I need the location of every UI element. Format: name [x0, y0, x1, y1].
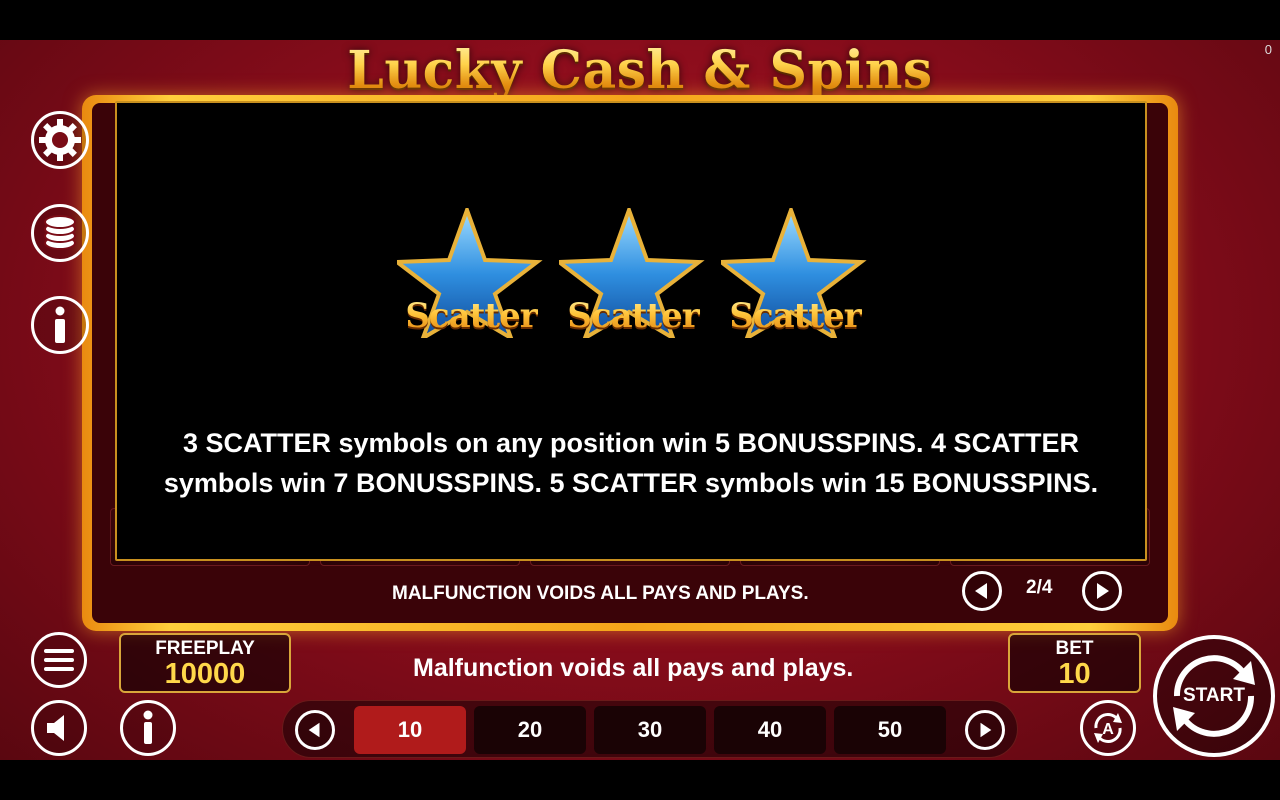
side-info-button[interactable]	[31, 296, 89, 354]
autoplay-button[interactable]: A	[1080, 700, 1136, 756]
bet-option-10[interactable]: 10	[354, 706, 466, 754]
start-spin-button[interactable]: START	[1153, 635, 1275, 757]
paytable-page-indicator: 2/4	[1026, 577, 1053, 598]
scatter-symbol: Scatter	[721, 208, 869, 348]
scatter-symbol: Scatter	[559, 208, 707, 348]
gear-icon	[39, 119, 81, 161]
speaker-icon	[47, 715, 64, 741]
menu-button[interactable]	[31, 632, 87, 688]
scatter-label: Scatter	[559, 296, 707, 336]
bottom-info-button[interactable]	[120, 700, 176, 756]
scatter-label: Scatter	[721, 296, 869, 336]
info-icon	[143, 710, 153, 744]
bet-option-40[interactable]: 40	[714, 706, 826, 754]
bet-option-20[interactable]: 20	[474, 706, 586, 754]
coin-stack-icon	[44, 215, 76, 250]
arrow-right-icon	[980, 722, 992, 738]
info-icon	[55, 306, 65, 343]
paytable-next-button[interactable]	[1082, 571, 1122, 611]
arrow-left-icon	[308, 722, 320, 738]
bet-increase-button[interactable]	[965, 710, 1005, 750]
coins-button[interactable]	[31, 204, 89, 262]
bet-selector: 10 20 30 40 50	[282, 700, 1018, 758]
paytable-panel: Scatter Scatter Scatter 3 SCATTER symbol…	[115, 101, 1147, 561]
bet-display: BET 10	[1008, 633, 1141, 693]
bet-option-30[interactable]: 30	[594, 706, 706, 754]
scatter-label: Scatter	[397, 296, 545, 336]
paytable-prev-button[interactable]	[962, 571, 1002, 611]
arrow-right-icon	[1097, 583, 1109, 599]
scatter-symbol: Scatter	[397, 208, 545, 348]
balance-value: 10000	[164, 658, 246, 690]
game-stage: 0 Lucky Cash & Spins Scatter	[0, 40, 1280, 760]
balance-label: FREEPLAY	[155, 638, 255, 659]
sound-button[interactable]	[31, 700, 87, 756]
game-title: Lucky Cash & Spins	[0, 40, 1280, 101]
arrow-left-icon	[975, 583, 987, 599]
bet-value: 10	[1058, 658, 1091, 690]
scatter-symbol-row: Scatter Scatter Scatter	[397, 208, 867, 348]
svg-text:A: A	[1102, 721, 1114, 738]
autoplay-icon: A	[1094, 713, 1122, 743]
settings-button[interactable]	[31, 111, 89, 169]
freeplay-balance-display: FREEPLAY 10000	[119, 633, 291, 693]
bet-label: BET	[1055, 638, 1094, 659]
menu-icon	[44, 649, 74, 671]
start-label: START	[1183, 685, 1245, 706]
paytable-disclaimer: MALFUNCTION VOIDS ALL PAYS AND PLAYS.	[392, 583, 809, 604]
bet-option-50[interactable]: 50	[834, 706, 946, 754]
scatter-rules-text: 3 SCATTER symbols on any position win 5 …	[163, 428, 1099, 498]
malfunction-message: Malfunction voids all pays and plays.	[413, 654, 854, 682]
bet-decrease-button[interactable]	[295, 710, 335, 750]
